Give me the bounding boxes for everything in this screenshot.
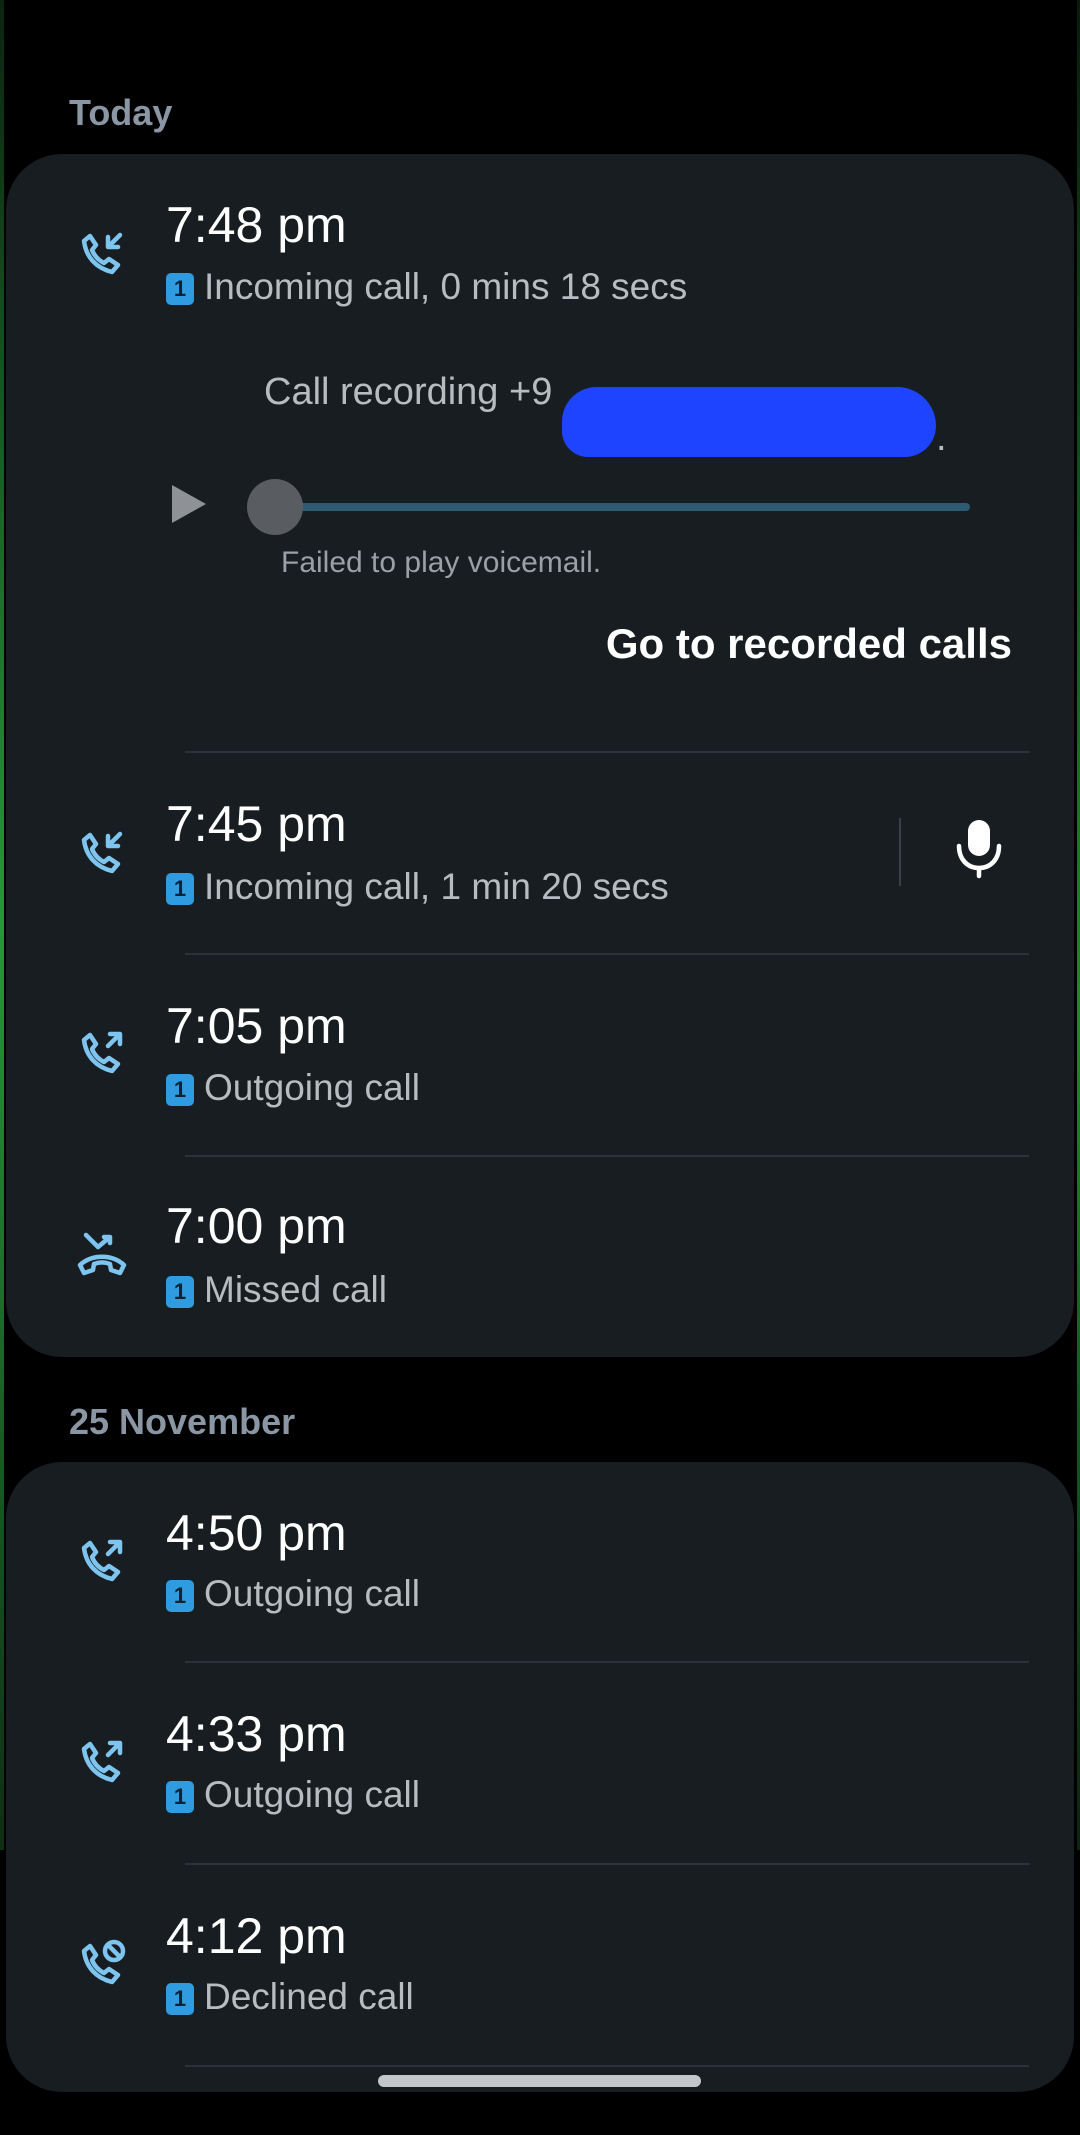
call-time: 7:05 pm <box>166 998 347 1054</box>
call-log-item[interactable]: 4:33 pm 1 Outgoing call <box>6 1663 1074 1863</box>
microphone-icon <box>956 820 1002 879</box>
call-status: 1 Outgoing call <box>166 1573 420 1615</box>
today-call-card: 7:48 pm 1 Incoming call, 0 mins 18 secs C… <box>6 154 1074 1357</box>
call-status: 1 Incoming call, 0 mins 18 secs <box>166 266 687 308</box>
sim-1-badge: 1 <box>166 1781 194 1813</box>
section-header-today: Today <box>69 92 173 133</box>
divider <box>185 2065 1029 2067</box>
call-status: 1 Outgoing call <box>166 1067 420 1109</box>
call-log-item[interactable]: 7:00 pm 1 Missed call <box>6 1157 1074 1357</box>
declined-call-icon <box>74 1935 130 1991</box>
call-status-text: Incoming call, 1 min 20 secs <box>204 866 669 907</box>
playback-error-message: Failed to play voicemail. <box>281 546 602 579</box>
outgoing-call-icon <box>74 1532 130 1588</box>
recording-title: Call recording +9 <box>264 371 553 413</box>
section-header-25-november: 25 November <box>69 1401 296 1442</box>
playback-progress-track[interactable] <box>274 503 970 511</box>
call-log-item[interactable]: 4:50 pm 1 Outgoing call <box>6 1462 1074 1662</box>
nov-call-card: 4:50 pm 1 Outgoing call 4:33 pm 1 Outgoing… <box>6 1462 1074 2092</box>
go-to-recorded-calls-button[interactable]: Go to recorded calls <box>572 620 1012 686</box>
call-time: 7:45 pm <box>166 796 347 852</box>
call-status: 1 Outgoing call <box>166 1774 420 1816</box>
sim-1-badge: 1 <box>166 273 194 305</box>
sim-1-badge: 1 <box>166 873 194 905</box>
call-recording-mic-button[interactable] <box>951 816 1007 880</box>
vertical-separator <box>899 818 901 886</box>
play-icon <box>172 485 206 523</box>
divider <box>185 751 1029 753</box>
call-status: 1 Declined call <box>166 1976 414 2018</box>
redacted-number <box>562 387 936 457</box>
sim-1-badge: 1 <box>166 1276 194 1308</box>
call-time: 7:48 pm <box>166 197 347 253</box>
call-time: 4:33 pm <box>166 1706 347 1762</box>
call-log-item[interactable]: 7:48 pm 1 Incoming call, 0 mins 18 secs C… <box>6 154 1074 754</box>
play-button[interactable] <box>166 479 212 529</box>
call-status-text: Outgoing call <box>204 1067 420 1108</box>
call-log-item[interactable]: 4:12 pm 1 Declined call <box>6 1865 1074 2065</box>
gesture-navigation-bar[interactable] <box>378 2075 701 2087</box>
missed-call-icon <box>74 1225 130 1281</box>
call-status-text: Outgoing call <box>204 1573 420 1614</box>
recording-title-trailing: . <box>936 417 947 459</box>
sim-1-badge: 1 <box>166 1074 194 1106</box>
call-status: 1 Incoming call, 1 min 20 secs <box>166 866 669 908</box>
outgoing-call-icon <box>74 1024 130 1080</box>
screen-edge-light-left <box>0 0 4 1850</box>
call-status-text: Missed call <box>204 1269 387 1310</box>
call-time: 4:12 pm <box>166 1908 347 1964</box>
call-status-text: Declined call <box>204 1976 414 2017</box>
call-time: 7:00 pm <box>166 1198 347 1254</box>
outgoing-call-icon <box>74 1733 130 1789</box>
call-status-text: Outgoing call <box>204 1774 420 1815</box>
incoming-call-icon <box>74 824 130 880</box>
playback-seek-thumb[interactable] <box>247 479 303 535</box>
sim-1-badge: 1 <box>166 1983 194 2015</box>
call-time: 4:50 pm <box>166 1505 347 1561</box>
sim-1-badge: 1 <box>166 1580 194 1612</box>
call-status: 1 Missed call <box>166 1269 387 1311</box>
call-status-text: Incoming call, 0 mins 18 secs <box>204 266 688 307</box>
call-log-item[interactable]: 7:05 pm 1 Outgoing call <box>6 955 1074 1155</box>
call-log-item[interactable]: 7:45 pm 1 Incoming call, 1 min 20 secs <box>6 754 1074 954</box>
incoming-call-icon <box>74 225 130 281</box>
